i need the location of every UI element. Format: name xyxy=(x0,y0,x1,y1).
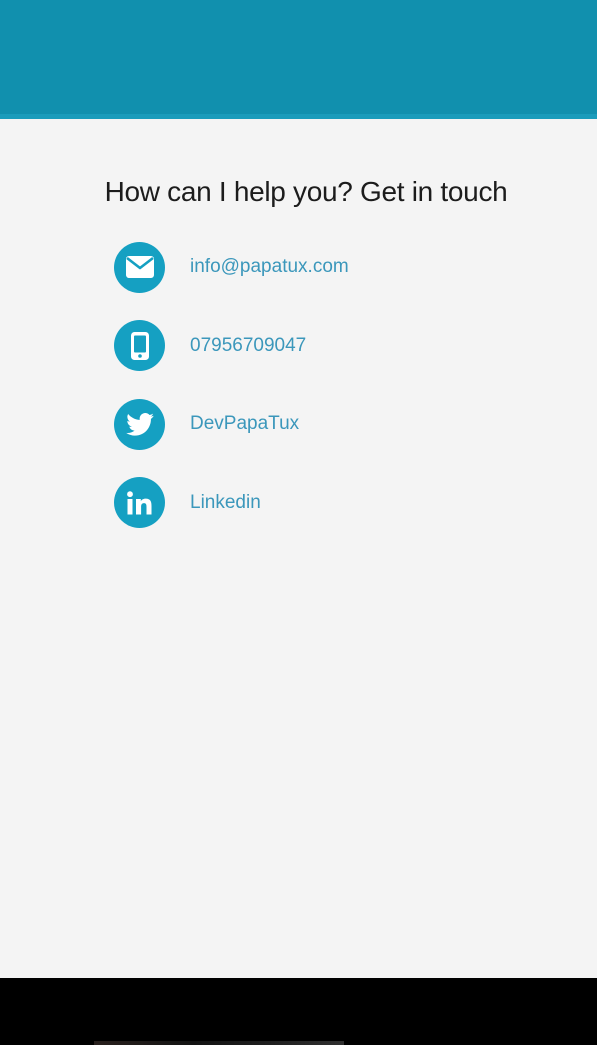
linkedin-link[interactable]: Linkedin xyxy=(190,492,261,514)
linkedin-icon[interactable] xyxy=(114,477,165,528)
contact-item-twitter: DevPapaTux xyxy=(114,398,349,450)
contact-item-linkedin: Linkedin xyxy=(114,477,349,529)
twitter-icon[interactable] xyxy=(114,398,165,450)
header-bottom-edge xyxy=(0,114,597,119)
contact-item-email: info@papatux.com xyxy=(114,241,349,293)
mobile-phone-icon[interactable] xyxy=(114,320,165,371)
contact-heading: How can I help you? Get in touch xyxy=(104,176,508,207)
envelope-icon[interactable] xyxy=(114,241,165,293)
footer-bar xyxy=(0,978,597,1045)
email-link[interactable]: info@papatux.com xyxy=(190,256,349,278)
contact-item-phone: 07956709047 xyxy=(114,320,349,372)
footer-image-edge xyxy=(94,1041,344,1045)
top-header-bar xyxy=(0,0,597,114)
contact-list: info@papatux.com 07956709047 DevPapaTux xyxy=(114,241,349,555)
phone-link[interactable]: 07956709047 xyxy=(190,335,306,357)
twitter-link[interactable]: DevPapaTux xyxy=(190,413,299,435)
